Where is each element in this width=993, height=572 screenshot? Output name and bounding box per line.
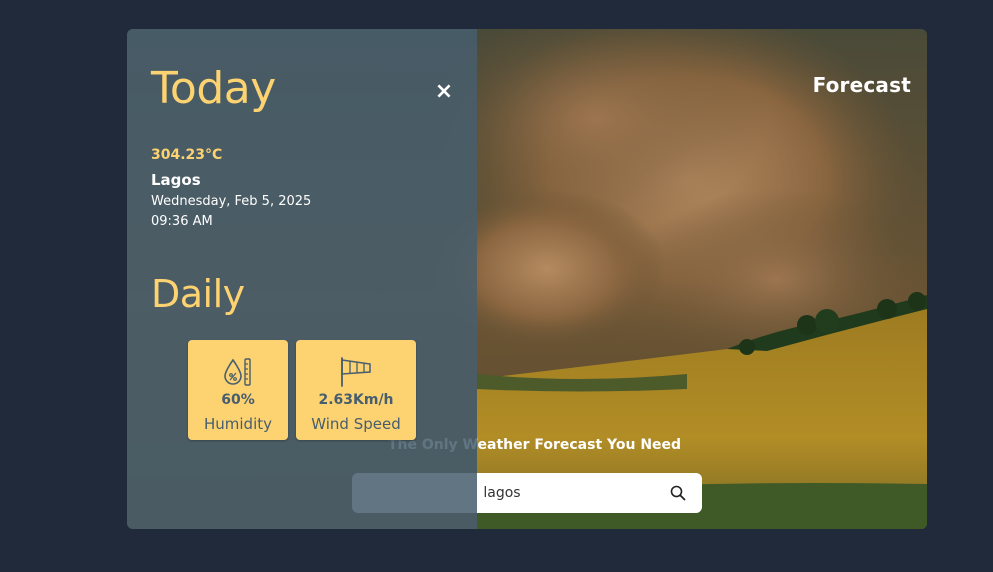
daily-heading: Daily (151, 272, 245, 316)
wind-speed-label: Wind Speed (311, 415, 401, 433)
weather-app-card: Forecast The Only Weather Forecast You N… (127, 29, 927, 529)
temperature-value: 304.23°C (151, 147, 223, 163)
humidity-value: 60% (221, 392, 255, 408)
today-heading: Today (151, 63, 276, 114)
humidity-card: 60% Humidity (188, 340, 288, 440)
city-name: Lagos (151, 171, 201, 189)
humidity-label: Humidity (203, 415, 272, 433)
wind-speed-value: 2.63Km/h (318, 392, 394, 408)
close-panel-button[interactable]: × (433, 80, 455, 104)
today-side-panel: Today × 304.23°C Lagos Wednesday, Feb 5,… (127, 29, 477, 529)
brand-title: Forecast (812, 73, 911, 97)
humidity-icon (224, 358, 251, 386)
windsock-icon (341, 357, 371, 387)
wind-speed-card: 2.63Km/h Wind Speed (296, 340, 416, 440)
search-icon[interactable] (670, 485, 686, 501)
current-date: Wednesday, Feb 5, 2025 (151, 194, 312, 209)
current-time: 09:36 AM (151, 214, 213, 229)
